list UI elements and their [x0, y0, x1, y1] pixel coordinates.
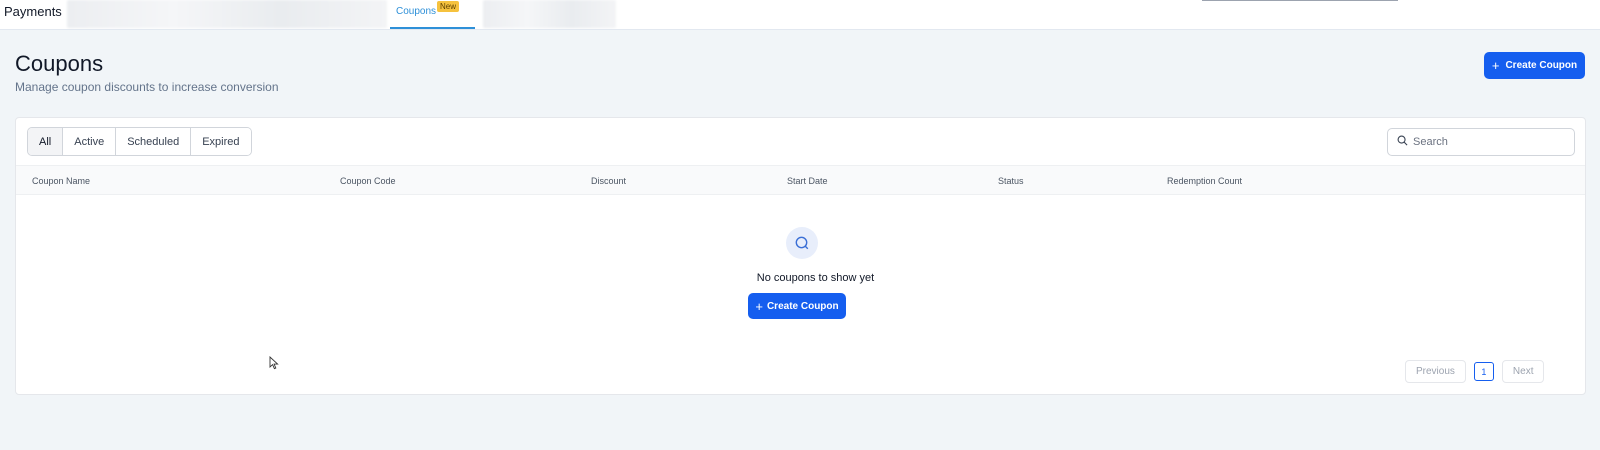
- filter-tabs: All Active Scheduled Expired: [27, 127, 252, 156]
- search-input[interactable]: [1413, 136, 1563, 148]
- app-title: Payments: [4, 4, 62, 19]
- filter-tab-active[interactable]: Active: [63, 128, 117, 155]
- search-icon: [1397, 133, 1408, 151]
- search-box[interactable]: [1387, 128, 1575, 156]
- empty-create-coupon-button[interactable]: + Create Coupon: [748, 293, 846, 319]
- col-redemption-count[interactable]: Redemption Count: [1167, 176, 1242, 186]
- empty-state-message: No coupons to show yet: [756, 272, 875, 284]
- col-start-date[interactable]: Start Date: [787, 176, 828, 186]
- coupons-card: All Active Scheduled Expired Coupon Name…: [15, 117, 1586, 395]
- next-page-button[interactable]: Next: [1501, 360, 1545, 383]
- col-coupon-code[interactable]: Coupon Code: [340, 176, 396, 186]
- filter-tab-scheduled[interactable]: Scheduled: [116, 128, 192, 155]
- mouse-cursor-icon: [269, 355, 279, 375]
- create-coupon-label: Create Coupon: [1505, 60, 1578, 71]
- tab-coupons-label: Coupons: [396, 6, 437, 17]
- top-nav: Payments Coupons New: [0, 0, 1600, 30]
- page-number-current[interactable]: 1: [1473, 362, 1494, 381]
- plus-icon: +: [755, 298, 763, 314]
- filter-tab-all[interactable]: All: [28, 128, 64, 155]
- redacted-nav-items: [67, 0, 387, 28]
- plus-icon: +: [1491, 58, 1500, 73]
- create-coupon-button[interactable]: + Create Coupon: [1484, 52, 1585, 79]
- col-coupon-name[interactable]: Coupon Name: [32, 176, 90, 186]
- pagination: Previous 1 Next: [1405, 360, 1545, 383]
- page-title: Coupons: [15, 51, 104, 76]
- new-badge: New: [437, 1, 460, 12]
- page-subtitle: Manage coupon discounts to increase conv…: [15, 80, 279, 94]
- top-divider: [1202, 0, 1398, 1]
- col-status[interactable]: Status: [998, 176, 1024, 186]
- redacted-nav-item: [483, 0, 616, 28]
- col-discount[interactable]: Discount: [591, 176, 626, 186]
- empty-create-coupon-label: Create Coupon: [766, 300, 839, 312]
- filter-tab-expired[interactable]: Expired: [191, 128, 251, 155]
- previous-page-button[interactable]: Previous: [1405, 360, 1466, 383]
- table-header: Coupon Name Coupon Code Discount Start D…: [16, 165, 1585, 195]
- tab-coupons[interactable]: Coupons New: [390, 0, 475, 29]
- empty-state-search-icon: [786, 227, 818, 259]
